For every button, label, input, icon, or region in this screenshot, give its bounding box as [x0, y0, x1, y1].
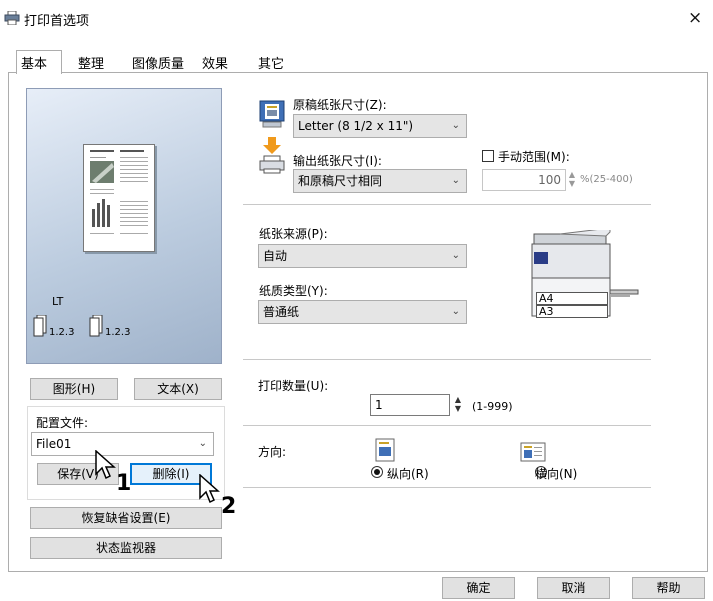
profile-label: 配置文件: — [36, 416, 89, 430]
printer-icon — [4, 10, 20, 26]
status-monitor-button[interactable]: 状态监视器 — [30, 537, 222, 559]
page-range-2: 1.2.3 — [105, 327, 131, 338]
chevron-down-icon: ⌄ — [451, 306, 460, 317]
ok-button[interactable]: 确定 — [442, 577, 515, 599]
orientation-label: 方向: — [258, 445, 287, 459]
profile-value: File01 — [36, 437, 72, 451]
chevron-down-icon: ⌄ — [451, 120, 460, 131]
copies-input[interactable]: 1 — [370, 394, 450, 416]
tab-finishing[interactable]: 整理 — [74, 51, 109, 73]
copier-illustration: A4 A3 — [530, 227, 642, 322]
mouse-cursor-icon — [199, 473, 221, 504]
original-size-select[interactable]: Letter (8 1/2 x 11") ⌄ — [293, 114, 467, 138]
window-title: 打印首选项 — [24, 14, 90, 29]
paper-source-label: 纸张来源(P): — [259, 227, 328, 241]
title-bar: 打印首选项 × — [0, 0, 713, 40]
print-preview: LT 1.2.3 1.2.3 — [26, 88, 222, 364]
portrait-icon — [375, 438, 395, 462]
tab-effect[interactable]: 效果 — [198, 51, 233, 73]
output-size-value: 和原稿尺寸相同 — [298, 174, 383, 188]
zoom-spinner[interactable]: ▲ ▼ — [566, 170, 578, 190]
copies-label: 打印数量(U): — [258, 379, 329, 393]
chevron-down-icon: ⌄ — [451, 250, 460, 261]
output-size-select[interactable]: 和原稿尺寸相同 ⌄ — [293, 169, 467, 193]
close-button[interactable]: × — [688, 8, 702, 28]
preview-page — [83, 144, 155, 252]
copies-spinner[interactable]: ▲ ▼ — [452, 395, 464, 415]
copies-range: (1-999) — [472, 400, 513, 413]
paper-size-label: LT — [52, 295, 64, 308]
paper-type-select[interactable]: 普通纸 ⌄ — [258, 300, 467, 324]
profile-select[interactable]: File01 ⌄ — [31, 432, 214, 456]
landscape-icon — [520, 442, 546, 462]
original-document-icon — [259, 100, 285, 128]
collate-icon — [33, 314, 47, 337]
help-button[interactable]: 帮助 — [632, 577, 705, 599]
mouse-cursor-icon — [95, 449, 117, 480]
landscape-label: 横向(N) — [535, 467, 578, 481]
portrait-label: 纵向(R) — [387, 467, 429, 481]
tray-a4: A4 — [536, 292, 608, 305]
tab-basic[interactable]: 基本 — [16, 50, 62, 74]
zoom-value: 100 — [538, 173, 561, 187]
paper-source-value: 自动 — [263, 249, 288, 263]
tray-a3: A3 — [536, 305, 608, 318]
original-size-value: Letter (8 1/2 x 11") — [298, 119, 414, 133]
divider — [243, 487, 651, 488]
copies-value: 1 — [375, 398, 383, 412]
tab-image-quality[interactable]: 图像质量 — [128, 51, 189, 73]
paper-source-select[interactable]: 自动 ⌄ — [258, 244, 467, 268]
chevron-down-icon: ⌄ — [198, 438, 207, 449]
paper-type-label: 纸质类型(Y): — [259, 284, 328, 298]
paper-type-value: 普通纸 — [263, 305, 300, 319]
divider — [243, 425, 651, 426]
manual-zoom-checkbox[interactable] — [482, 150, 494, 162]
step-marker-1: 1 — [116, 471, 132, 496]
output-size-label: 输出纸张尺寸(I): — [293, 154, 382, 168]
manual-zoom-label: 手动范围(M): — [498, 150, 570, 164]
original-size-label: 原稿纸张尺寸(Z): — [293, 98, 387, 112]
output-printer-icon — [258, 135, 286, 175]
cancel-button[interactable]: 取消 — [537, 577, 610, 599]
tab-others[interactable]: 其它 — [254, 51, 289, 73]
step-marker-2: 2 — [221, 494, 237, 519]
chevron-down-icon: ⌄ — [451, 175, 460, 186]
page-range-1: 1.2.3 — [49, 327, 75, 338]
collate-icon — [89, 314, 103, 337]
zoom-range: %(25-400) — [580, 174, 633, 185]
text-button[interactable]: 文本(X) — [134, 378, 222, 400]
graphics-button[interactable]: 图形(H) — [30, 378, 118, 400]
restore-defaults-button[interactable]: 恢复缺省设置(E) — [30, 507, 222, 529]
zoom-input[interactable]: 100 — [482, 169, 566, 191]
divider — [243, 204, 651, 205]
portrait-radio[interactable] — [371, 466, 383, 478]
divider — [243, 359, 651, 360]
